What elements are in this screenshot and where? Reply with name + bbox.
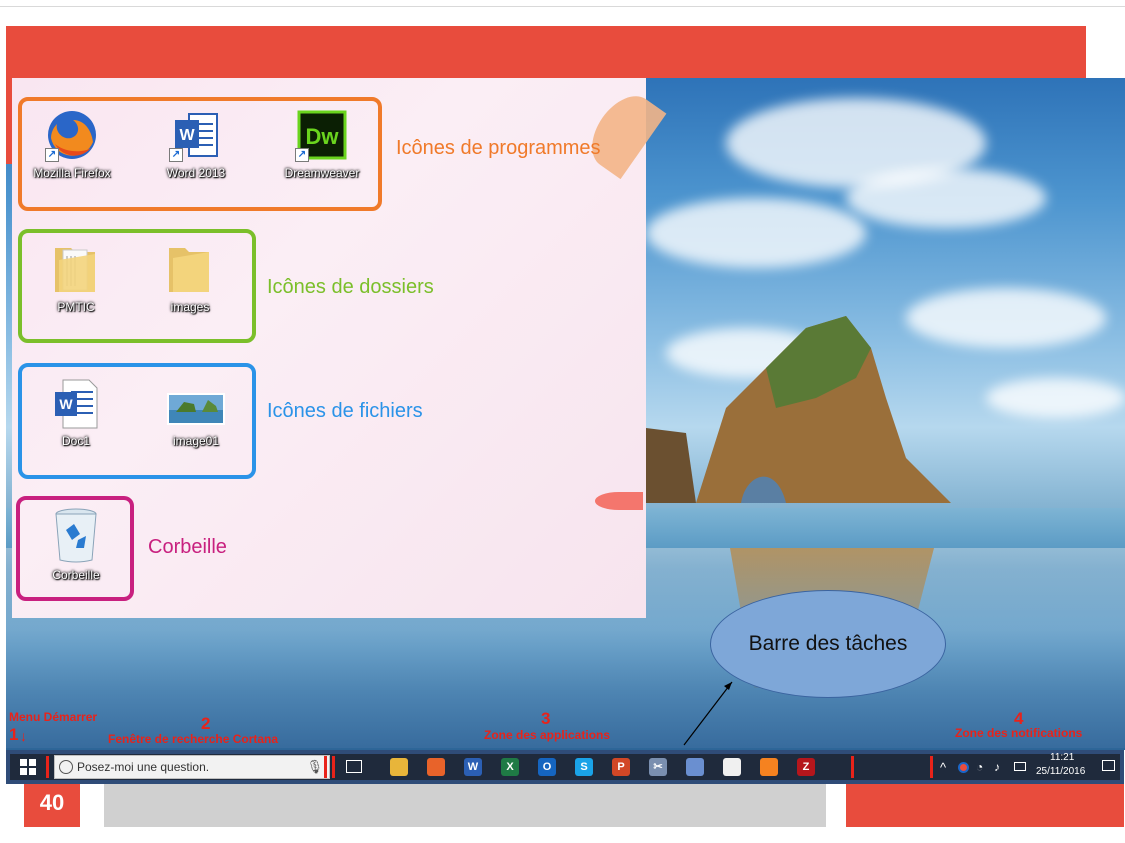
zone-marker xyxy=(930,756,933,778)
zone-marker xyxy=(332,756,335,778)
shortcut-arrow-icon: ↗ xyxy=(45,148,59,162)
recycle-group-label: Corbeille xyxy=(148,536,227,558)
start-menu-annotation: Menu Démarrer xyxy=(9,710,98,724)
clock-time[interactable]: 11:21 xyxy=(1050,752,1074,763)
start-menu-number: 1 xyxy=(9,725,19,744)
recycle-bin-icon[interactable]: Corbeille xyxy=(26,506,126,582)
folders-group-label: Icônes de dossiers xyxy=(267,276,434,298)
network-status-icon[interactable] xyxy=(958,762,969,773)
wifi-icon[interactable]: ◔ xyxy=(976,760,983,774)
start-menu-arrow: ↓ xyxy=(20,728,27,744)
excel-icon[interactable]: X xyxy=(501,758,519,776)
word-document-icon: W xyxy=(49,378,103,430)
cortana-number: 2 xyxy=(201,714,211,733)
cortana-annotation: Fenêtre de recherche Cortana xyxy=(108,732,279,746)
dreamweaver-label: Dreamweaver xyxy=(284,166,360,180)
notepad-icon[interactable] xyxy=(723,758,741,776)
apps-number: 3 xyxy=(541,709,551,728)
image01-file-icon[interactable]: image01 xyxy=(146,386,246,448)
notifications-annotation: Zone des notifications xyxy=(955,726,1083,740)
image01-file-label: image01 xyxy=(172,434,220,448)
volume-icon[interactable]: ♪ xyxy=(994,760,1000,774)
top-divider xyxy=(0,6,1125,7)
app-icons-zone: W X O S P ✂ Z xyxy=(390,754,860,780)
xampp-icon[interactable] xyxy=(760,758,778,776)
decorative-shape xyxy=(595,492,643,510)
svg-text:W: W xyxy=(59,396,73,412)
windows-start-icon[interactable] xyxy=(20,759,36,775)
firefox-desktop-icon[interactable]: ↗ Mozilla Firefox xyxy=(22,108,122,180)
taskbar-callout: Barre des tâches xyxy=(710,590,946,698)
firefox-icon: ↗ xyxy=(45,108,99,162)
word-icon: W ↗ xyxy=(169,108,223,162)
battery-icon[interactable] xyxy=(1014,762,1026,771)
word-icon[interactable]: W xyxy=(464,758,482,776)
search-placeholder: Posez-moi une question. xyxy=(77,760,210,774)
footer-bar xyxy=(104,784,826,827)
files-group-label: Icônes de fichiers xyxy=(267,400,423,422)
skype-icon[interactable]: S xyxy=(575,758,593,776)
paint-icon[interactable] xyxy=(686,758,704,776)
word-desktop-icon[interactable]: W ↗ Word 2013 xyxy=(146,108,246,180)
images-folder-icon[interactable]: images xyxy=(140,240,240,314)
task-view-icon[interactable] xyxy=(346,760,362,773)
file-explorer-icon[interactable] xyxy=(390,758,408,776)
filezilla-icon[interactable]: Z xyxy=(797,758,815,776)
shortcut-arrow-icon: ↗ xyxy=(295,148,309,162)
taskbar: Posez-moi une question. 🎙 W X O S P ✂ Z ^ ◔ ♪ … xyxy=(6,750,1124,784)
pmtic-folder-label: PMTIC xyxy=(57,300,95,314)
zone-marker xyxy=(324,756,327,778)
outlook-icon[interactable]: O xyxy=(538,758,556,776)
chevron-up-icon[interactable]: ^ xyxy=(940,760,946,775)
zone-marker xyxy=(46,756,49,778)
folder-icon xyxy=(49,240,103,296)
page-number-box: 40 xyxy=(24,784,80,827)
recycle-bin-label: Corbeille xyxy=(52,568,100,582)
page-number: 40 xyxy=(39,790,65,815)
image-thumbnail-icon xyxy=(166,386,226,430)
zone-marker xyxy=(851,756,854,778)
firefox-icon[interactable] xyxy=(427,758,445,776)
snipping-tool-icon[interactable]: ✂ xyxy=(649,758,667,776)
programs-group-label: Icônes de programmes xyxy=(396,137,601,159)
title-bar-accent xyxy=(6,26,1086,78)
powerpoint-icon[interactable]: P xyxy=(612,758,630,776)
footer-accent xyxy=(846,784,1124,827)
svg-text:W: W xyxy=(179,127,195,144)
apps-annotation: Zone des applications xyxy=(484,728,611,742)
cortana-icon xyxy=(59,760,73,774)
word-label: Word 2013 xyxy=(166,166,226,180)
doc1-file-icon[interactable]: W Doc1 xyxy=(26,378,126,448)
images-folder-label: images xyxy=(170,300,210,314)
dreamweaver-icon: Dw ↗ xyxy=(295,108,349,162)
microphone-icon[interactable]: 🎙 xyxy=(306,759,323,775)
doc1-file-label: Doc1 xyxy=(61,434,90,448)
action-center-icon[interactable] xyxy=(1102,760,1115,771)
dreamweaver-desktop-icon[interactable]: Dw ↗ Dreamweaver xyxy=(272,108,372,180)
firefox-label: Mozilla Firefox xyxy=(33,166,111,180)
shortcut-arrow-icon: ↗ xyxy=(169,148,183,162)
folder-icon xyxy=(163,240,217,296)
cortana-search-box[interactable]: Posez-moi une question. 🎙 xyxy=(54,755,330,779)
trash-icon xyxy=(50,506,102,564)
clock-date[interactable]: 25/11/2016 xyxy=(1036,766,1085,777)
callout-text: Barre des tâches xyxy=(748,632,908,655)
pmtic-folder-icon[interactable]: PMTIC xyxy=(26,240,126,314)
slide: Icônes de programmes ↗ Mozilla Firefox W xyxy=(0,0,1125,843)
svg-text:Dw: Dw xyxy=(306,124,340,149)
